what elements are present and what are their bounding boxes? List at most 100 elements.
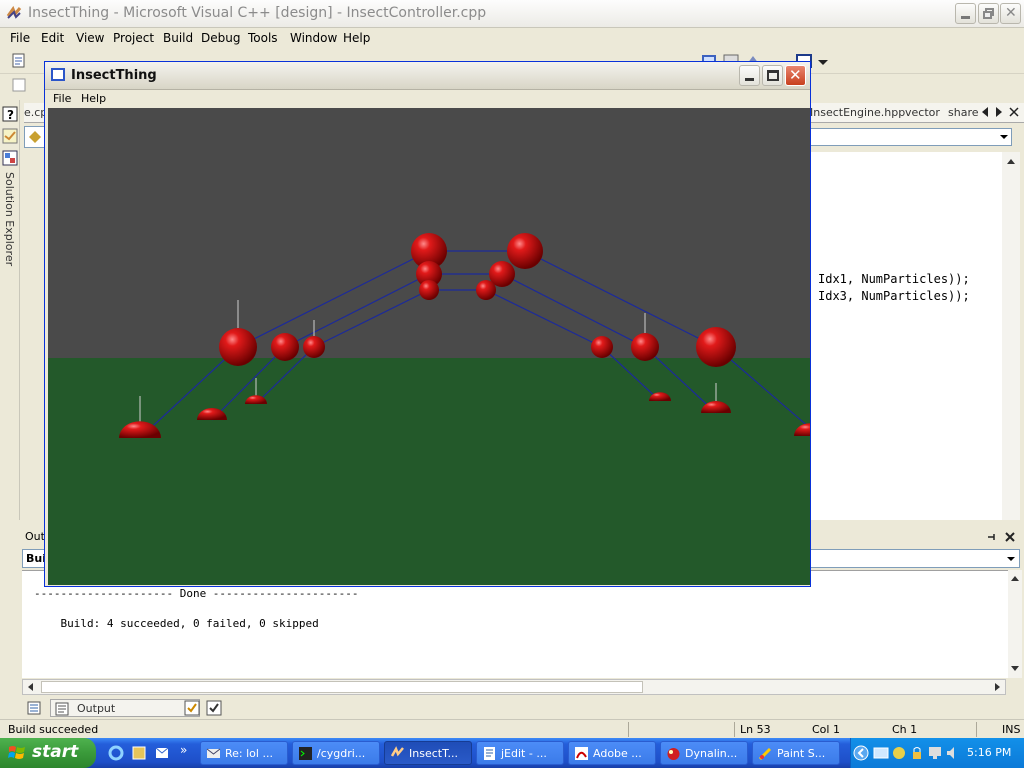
restore-button[interactable] [978, 3, 999, 24]
app-minimize-button[interactable] [739, 65, 760, 86]
task-button[interactable]: Paint S... [752, 741, 840, 765]
app-close-button[interactable]: ✕ [785, 65, 806, 86]
task-button[interactable]: Re: lol ... [200, 741, 288, 765]
menu-project[interactable]: Project [113, 31, 154, 45]
3d-viewport[interactable] [48, 108, 810, 585]
class-view-icon[interactable] [2, 128, 18, 144]
view-code-icon[interactable] [10, 76, 28, 94]
tab-output-label: Output [77, 702, 116, 715]
visual-studio-icon [6, 6, 22, 19]
particle-sphere [696, 327, 736, 367]
tab-close-icon[interactable] [1008, 106, 1020, 118]
task-button[interactable]: Dynalin... [660, 741, 748, 765]
tab-insect-engine[interactable]: InsectEngine.hpp [810, 106, 905, 119]
member-combo[interactable] [808, 128, 1012, 146]
status-message: Build succeeded [8, 723, 99, 736]
volume-icon[interactable] [945, 745, 961, 761]
task-label: InsectT... [409, 747, 458, 760]
pane-close-icon[interactable] [1004, 531, 1016, 543]
media-icon[interactable] [131, 745, 147, 761]
toolbar-overflow-icon[interactable] [816, 58, 830, 68]
pin-icon[interactable] [986, 531, 998, 543]
menu-file[interactable]: File [10, 31, 30, 45]
status-col: Col 1 [812, 723, 840, 736]
insectthing-title-bar[interactable]: InsectThing ✕ [45, 62, 810, 90]
task-button[interactable]: jEdit - ... [476, 741, 564, 765]
vs-window-title: InsectThing - Microsoft Visual C++ [desi… [28, 5, 487, 21]
taskbar: start » Re: lol ... /cygdri... InsectT..… [0, 738, 1024, 768]
close-button[interactable]: ✕ [1000, 3, 1021, 24]
tray-expand-icon[interactable] [853, 745, 869, 761]
task-list-icon[interactable] [27, 701, 41, 715]
outlook-icon[interactable] [154, 745, 170, 761]
find-results-icon[interactable] [184, 700, 200, 716]
particle-sphere [631, 333, 659, 361]
output-line: Build: 4 succeeded, 0 failed, 0 skipped [34, 617, 319, 630]
antivirus-icon[interactable] [891, 745, 907, 761]
vs-menu-bar: File Edit View Project Build Debug Tools… [0, 28, 1024, 48]
tab-scroll-left-icon[interactable] [980, 106, 990, 118]
status-line: Ln 53 [740, 723, 771, 736]
task-button[interactable]: /cygdri... [292, 741, 380, 765]
task-label: Dynalin... [685, 747, 738, 760]
app-maximize-button[interactable] [762, 65, 783, 86]
task-button[interactable]: Adobe ... [568, 741, 656, 765]
status-bar: Build succeeded Ln 53 Col 1 Ch 1 INS [0, 719, 1024, 738]
status-divider [734, 722, 735, 737]
scroll-thumb[interactable] [41, 681, 643, 693]
menu-help[interactable]: Help [343, 31, 370, 45]
tab-output[interactable]: Output [50, 699, 200, 717]
output-vscroll[interactable] [1008, 570, 1022, 678]
scroll-down-icon[interactable] [1009, 662, 1021, 674]
checklist-icon[interactable] [206, 700, 222, 716]
terminal-icon [299, 747, 312, 760]
particle-sphere [419, 280, 439, 300]
tab-share[interactable]: share [948, 106, 979, 119]
editor-scrollbar[interactable] [1002, 152, 1020, 520]
insectthing-title: InsectThing [71, 68, 157, 83]
menu-tools[interactable]: Tools [248, 31, 278, 45]
output-hscroll[interactable] [22, 679, 1006, 695]
paint-icon [758, 747, 772, 761]
tab-e-cp-visible[interactable]: e.cp [24, 103, 47, 123]
particle-sphere [303, 336, 325, 358]
menu-view[interactable]: View [76, 31, 104, 45]
menu-edit[interactable]: Edit [41, 31, 64, 45]
status-divider [976, 722, 977, 737]
help-icon[interactable]: ? [2, 106, 18, 122]
app-window-icon [51, 68, 65, 81]
scroll-up-icon[interactable] [1004, 155, 1018, 169]
code-editor[interactable]: Idx1, NumParticles)); Idx3, NumParticles… [808, 152, 1002, 520]
task-label: Re: lol ... [225, 747, 273, 760]
vs-icon [390, 746, 404, 757]
new-project-icon[interactable] [10, 52, 28, 70]
adobe-icon [575, 747, 588, 760]
minimize-button[interactable] [955, 3, 976, 24]
quick-launch-more-icon[interactable]: » [180, 743, 187, 757]
app-menu-file[interactable]: File [53, 92, 71, 105]
display-icon[interactable] [927, 745, 943, 761]
particle-sphere [271, 333, 299, 361]
lock-icon[interactable] [909, 745, 925, 761]
insect-scene[interactable] [48, 108, 810, 585]
tab-vector[interactable]: vector [905, 106, 940, 119]
scroll-left-icon[interactable] [25, 681, 37, 693]
task-label: Paint S... [777, 747, 826, 760]
menu-debug[interactable]: Debug [201, 31, 240, 45]
ie-icon[interactable] [108, 745, 124, 761]
app-menu-help[interactable]: Help [81, 92, 106, 105]
code-line: Idx3, NumParticles)); [818, 289, 970, 303]
solution-explorer-tab-icon[interactable] [2, 150, 18, 166]
network-icon[interactable] [873, 745, 889, 761]
menu-build[interactable]: Build [163, 31, 193, 45]
menu-window[interactable]: Window [290, 31, 337, 45]
scroll-up-icon[interactable] [1009, 573, 1021, 585]
class-combo[interactable] [24, 126, 46, 148]
start-button[interactable]: start [0, 738, 96, 768]
scroll-right-icon[interactable] [991, 681, 1003, 693]
solution-explorer-label[interactable]: Solution Explorer [2, 172, 16, 272]
start-label: start [32, 742, 79, 762]
tab-scroll-right-icon[interactable] [994, 106, 1004, 118]
task-button[interactable]: InsectT... [384, 741, 472, 765]
task-label: jEdit - ... [501, 747, 547, 760]
